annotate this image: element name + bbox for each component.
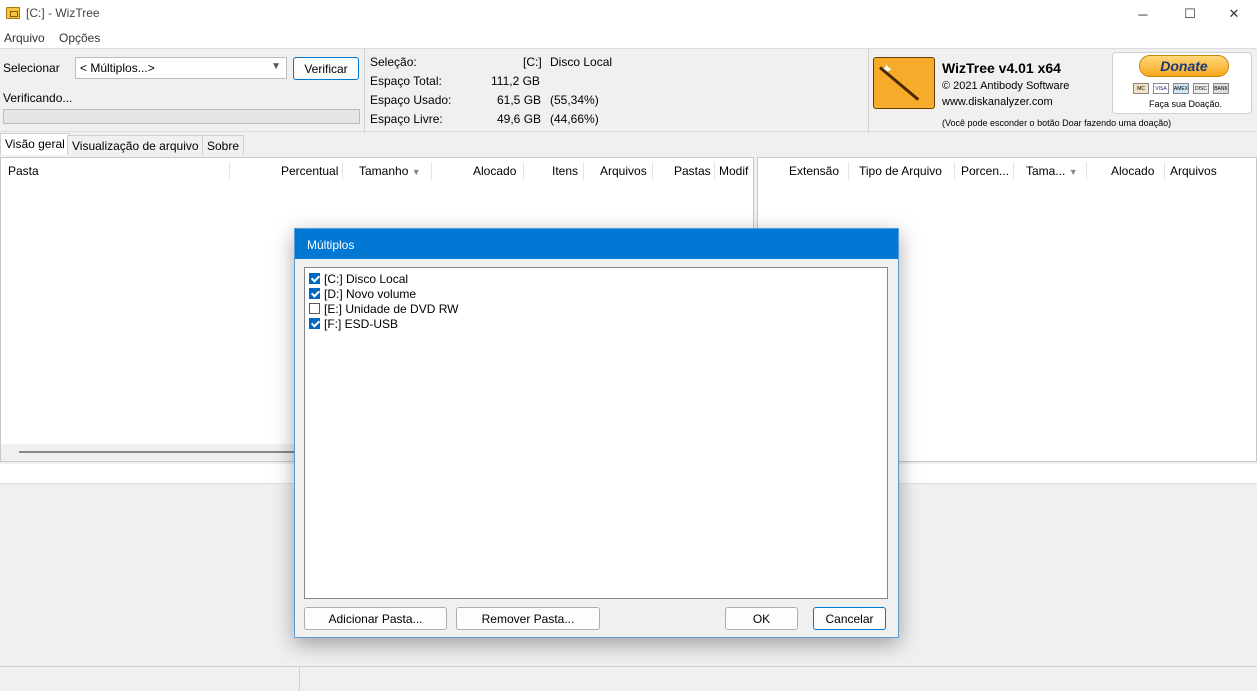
drive-checkbox[interactable] [309,288,320,299]
drive-item-c[interactable]: [C:] Disco Local [309,271,408,286]
menu-opcoes[interactable]: Opções [59,31,100,45]
donate-button[interactable]: Donate [1139,55,1229,77]
drive-label: [F:] ESD-USB [324,316,399,331]
mastercard-icon: MC [1133,83,1149,94]
top-panel: Selecionar < Múltiplos...> ▼ Verificar V… [0,48,1257,133]
website-link[interactable]: www.diskanalyzer.com [942,96,1053,108]
select-label: Selecionar [3,61,60,75]
col-allocated[interactable]: Alocado [473,164,516,178]
donate-hide-note: (Você pode esconder o botão Doar fazendo… [942,118,1172,128]
product-name: WizTree v4.01 x64 [942,60,1061,76]
col-size-label: Tama... [1026,164,1066,178]
window-title: [C:] - WizTree [26,6,100,20]
drive-label: [E:] Unidade de DVD RW [324,301,459,316]
selection-name: Disco Local [550,55,613,69]
drive-item-f[interactable]: [F:] ESD-USB [309,316,398,331]
scan-progress-bar [3,109,360,124]
divider [868,49,869,133]
col-percent[interactable]: Porcen... [961,164,1009,178]
free-space-label: Espaço Livre: [370,112,443,126]
drive-select-value: < Múltiplos...> [80,61,155,75]
col-extension[interactable]: Extensão [789,164,839,178]
amex-icon: AMEX [1173,83,1189,94]
dialog-title: Múltiplos [307,238,355,252]
col-modified[interactable]: Modif [719,164,748,178]
wiztree-app-icon [6,7,20,19]
minimize-button[interactable]: ─ [1120,0,1166,28]
col-percent[interactable]: Percentual [281,164,338,178]
drive-label: [C:] Disco Local [324,271,409,286]
title-bar: [C:] - WizTree ─ ☐ ✕ [0,0,1257,28]
scrollbar-thumb[interactable] [19,451,309,453]
free-space-percent: (44,66%) [550,112,599,126]
dialog-title-bar[interactable]: Múltiplos [295,229,898,259]
maximize-button[interactable]: ☐ [1167,0,1213,28]
tab-strip: Visão geral Visualização de arquivo Sobr… [0,133,1257,155]
drive-select[interactable]: < Múltiplos...> ▼ [75,57,287,79]
verify-button[interactable]: Verificar [293,57,359,80]
donate-caption: Faça sua Doação. [1149,99,1223,109]
sort-desc-icon: ▼ [1068,167,1078,177]
ok-button[interactable]: OK [725,607,798,630]
add-folder-button[interactable]: Adicionar Pasta... [304,607,447,630]
used-space-label: Espaço Usado: [370,93,452,107]
drive-checkbox[interactable] [309,303,320,314]
tab-about[interactable]: Sobre [202,135,245,155]
sort-desc-icon: ▼ [411,167,421,177]
free-space-value: 49,6 GB [497,112,542,126]
wiztree-logo: ✦ [873,57,935,109]
drive-item-d[interactable]: [D:] Novo volume [309,286,416,301]
col-files[interactable]: Arquivos [600,164,647,178]
total-space-value: 111,2 GB [491,74,540,88]
scan-status: Verificando... [3,91,73,105]
tab-file-view[interactable]: Visualização de arquivo [67,135,204,155]
status-bar [0,666,1257,691]
col-folders[interactable]: Pastas [674,164,711,178]
copyright: © 2021 Antibody Software [942,80,1070,92]
col-files[interactable]: Arquivos [1170,164,1217,178]
discover-icon: DISC [1193,83,1209,94]
col-items[interactable]: Itens [552,164,578,178]
drive-item-e[interactable]: [E:] Unidade de DVD RW [309,301,459,316]
donate-panel[interactable]: Donate MC VISA AMEX DISC BANK Faça sua D… [1112,52,1252,114]
chevron-down-icon: ▼ [271,61,281,72]
drive-checkbox[interactable] [309,273,320,284]
close-button[interactable]: ✕ [1211,0,1257,28]
multiple-drives-dialog: Múltiplos [C:] Disco Local [D:] Novo vol… [294,228,899,638]
cancel-button[interactable]: Cancelar [813,607,886,630]
total-space-label: Espaço Total: [370,74,442,88]
bank-icon: BANK [1213,83,1229,94]
col-size-label: Tamanho [359,164,409,178]
menu-arquivo[interactable]: Arquivo [4,31,45,45]
menu-bar: Arquivo Opções [0,28,1257,48]
drive-checkbox[interactable] [309,318,320,329]
remove-folder-button[interactable]: Remover Pasta... [456,607,600,630]
col-size[interactable]: Tama... ▼ [1026,164,1078,178]
selection-label: Seleção: [370,55,417,69]
col-allocated[interactable]: Alocado [1111,164,1154,178]
visa-icon: VISA [1153,83,1169,94]
tab-overview[interactable]: Visão geral [0,133,70,155]
drive-checklist[interactable]: [C:] Disco Local [D:] Novo volume [E:] U… [304,267,888,599]
drive-label: [D:] Novo volume [324,286,417,301]
col-size[interactable]: Tamanho ▼ [359,164,421,178]
used-space-percent: (55,34%) [550,93,599,107]
col-file-type[interactable]: Tipo de Arquivo [859,164,942,178]
col-folder[interactable]: Pasta [8,164,39,178]
selection-drive: [C:] [523,55,542,69]
used-space-value: 61,5 GB [497,93,542,107]
divider [364,49,365,133]
